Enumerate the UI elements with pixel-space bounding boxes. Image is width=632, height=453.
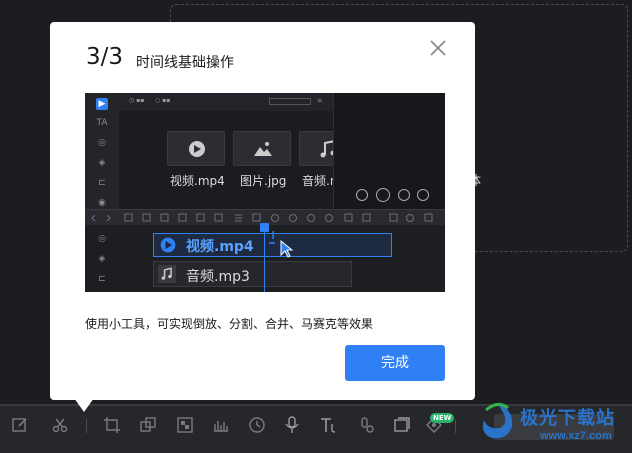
preview-topbar: ◷ ▪▪ ○ ▪▪ ≡ <box>119 93 333 111</box>
close-button[interactable] <box>426 36 450 60</box>
stop-icon <box>417 189 429 201</box>
crop-icon[interactable] <box>102 416 122 436</box>
play-icon <box>189 141 205 157</box>
tutorial-preview-image: ▶ TA ◎ ◈ ⊏ ◉ ◷ ▪▪ ○ ▪▪ ≡ 视频.mp4 图片.jpg 音… <box>85 93 445 292</box>
clock-icon[interactable] <box>247 416 267 436</box>
preview-sidebar: ▶ TA ◎ ◈ ⊏ ◉ <box>85 93 119 209</box>
play-control-icon <box>376 188 390 202</box>
music-icon <box>158 265 176 283</box>
audio-track-clip: 音频.mp3 <box>153 261 352 287</box>
media-label-image: 图片.jpg <box>240 174 287 188</box>
toolbar-divider <box>455 419 456 433</box>
filter-tab-icon: ◎ <box>98 138 106 148</box>
preview-search-input <box>269 98 311 105</box>
text-icon[interactable] <box>318 416 338 436</box>
play-icon <box>160 237 176 253</box>
audio-track-label: 音频.mp3 <box>186 269 250 285</box>
cut-icon[interactable] <box>50 416 70 436</box>
freeze-icon[interactable] <box>357 416 377 436</box>
watermark-url: www.xz7.com <box>540 430 612 442</box>
microphone-icon[interactable] <box>282 416 302 436</box>
media-tab-icon: ▶ <box>96 98 108 110</box>
tutorial-dialog: 3/3 时间线基础操作 ▶ TA ◎ ◈ ⊏ ◉ ◷ ▪▪ ○ ▪▪ ≡ 视频.… <box>50 22 475 400</box>
done-button[interactable]: 完成 <box>345 345 445 381</box>
image-icon <box>254 142 272 156</box>
toolbar-divider <box>86 419 87 433</box>
dialog-caption: 使用小工具，可实现倒放、分割、合并、马赛克等效果 <box>85 317 374 331</box>
text-tab-icon: TA <box>96 118 108 128</box>
video-track-label: 视频.mp4 <box>186 239 254 255</box>
preview-record-icon: ○ ▪▪ <box>155 97 171 104</box>
mosaic-icon[interactable] <box>175 416 195 436</box>
media-card-video <box>167 131 225 166</box>
preview-menu-icon: ≡ <box>317 97 323 104</box>
next-frame-icon <box>398 189 410 201</box>
edit-icon[interactable] <box>10 416 30 436</box>
watermark-title: 极光下载站 <box>520 408 615 429</box>
timeline-lock-icon: ◎ <box>98 234 106 244</box>
transition-icon[interactable] <box>138 416 158 436</box>
layers-tab-icon: ◈ <box>98 158 106 168</box>
subtitle-icon[interactable] <box>392 416 412 436</box>
dialog-pointer-arrow <box>74 398 94 412</box>
timeline-playhead <box>264 225 265 292</box>
timeline-track-icon: ⊏ <box>98 274 106 284</box>
watermark-logo-icon <box>483 403 513 439</box>
sticker-tab-icon: ◉ <box>98 198 106 208</box>
new-badge: NEW <box>430 413 455 423</box>
preview-import-icon: ◷ ▪▪ <box>129 97 145 104</box>
transition-tab-icon: ⊏ <box>98 178 106 188</box>
audio-wave-icon[interactable] <box>211 416 231 436</box>
split-cursor-icon <box>269 231 294 258</box>
close-icon <box>430 40 446 56</box>
timeline-layer-icon: ◈ <box>98 254 106 264</box>
step-indicator: 3/3 <box>86 44 124 70</box>
media-card-image <box>233 131 291 166</box>
dialog-title: 时间线基础操作 <box>136 55 234 71</box>
prev-frame-icon <box>356 189 368 201</box>
media-label-video: 视频.mp4 <box>170 174 225 188</box>
